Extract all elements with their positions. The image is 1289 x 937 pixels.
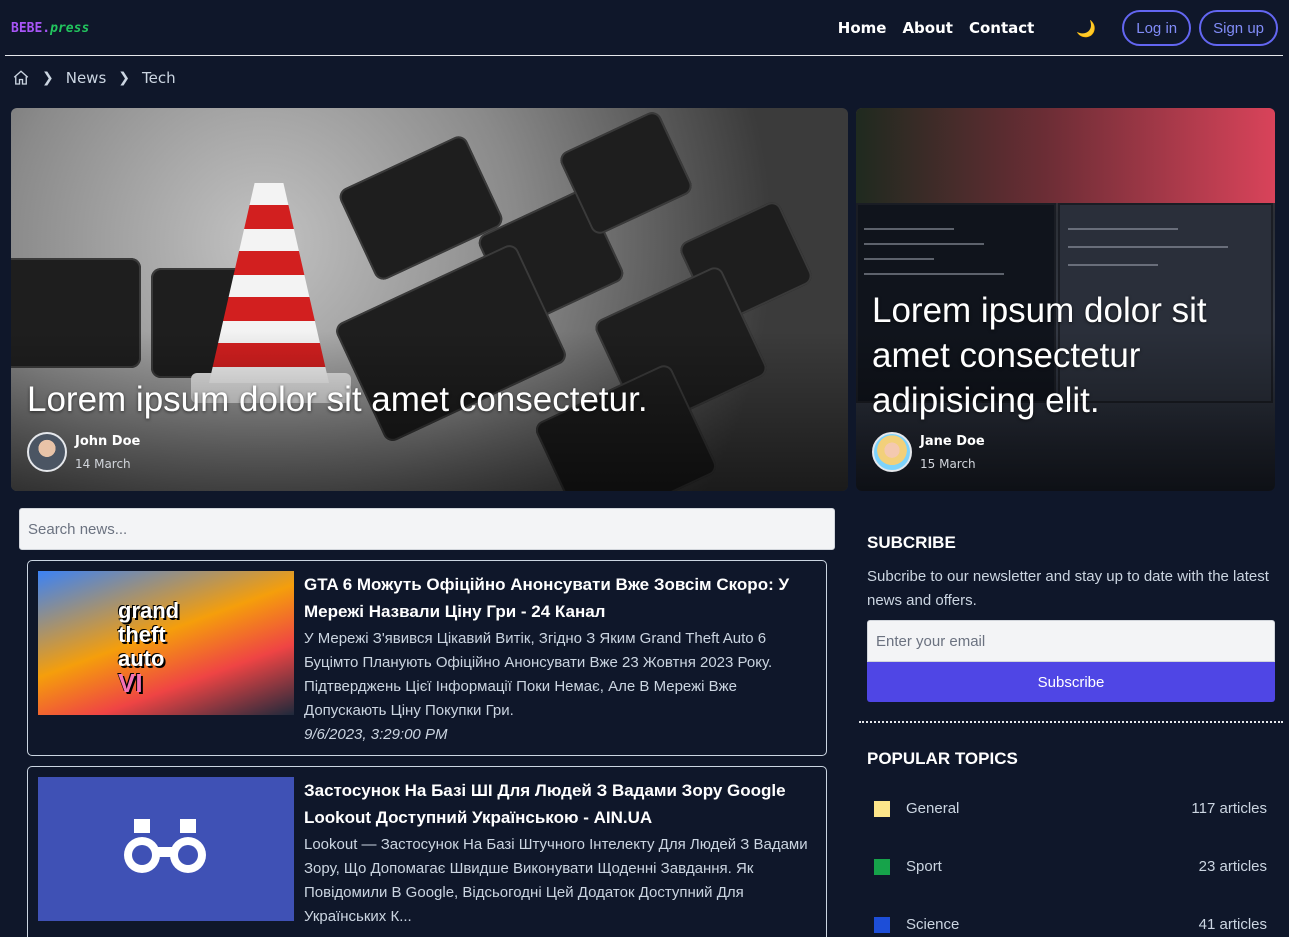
email-field[interactable] — [867, 620, 1275, 662]
author-name: John Doe — [75, 433, 141, 449]
top-navbar: BEBE.press Home About Contact 🌙 Log in S… — [0, 0, 1289, 56]
topic-item-science[interactable]: Science 41 articles — [874, 916, 1267, 933]
featured-title[interactable]: Lorem ipsum dolor sit amet consectetur. — [27, 377, 648, 422]
featured-article-main[interactable]: Lorem ipsum dolor sit amet consectetur. … — [11, 108, 848, 491]
gta-logo: grand theft auto VI — [118, 599, 218, 699]
home-icon[interactable] — [12, 69, 30, 87]
article-thumbnail[interactable] — [38, 777, 294, 921]
moon-icon[interactable]: 🌙 — [1076, 19, 1096, 38]
post-date: 14 March — [75, 456, 131, 471]
background-plants — [856, 108, 1275, 203]
topic-count: 41 articles — [1198, 916, 1267, 933]
code-line — [864, 243, 984, 245]
subscribe-button[interactable]: Subscribe — [867, 662, 1275, 702]
nav-home-link[interactable]: Home — [838, 19, 887, 37]
search-input[interactable] — [19, 508, 835, 550]
code-line — [864, 258, 934, 260]
article-description: У Мережі З'явився Цікавий Витік, Згідно … — [304, 630, 773, 719]
nav-contact-link[interactable]: Contact — [969, 19, 1034, 37]
logo-accent-text: press — [50, 20, 90, 36]
topic-name: Science — [906, 916, 960, 933]
code-line — [1068, 246, 1228, 248]
breadcrumb: ❯ News ❯ Tech — [12, 69, 176, 87]
topic-name: General — [906, 800, 960, 817]
news-card[interactable]: grand theft auto VI GTA 6 Можуть Офіційн… — [27, 560, 827, 756]
code-line — [864, 273, 1004, 275]
avatar — [872, 432, 912, 472]
news-card[interactable]: Застосунок На Базі ШІ Для Людей З Вадами… — [27, 766, 827, 937]
author-name: Jane Doe — [920, 433, 985, 449]
topic-item-sport[interactable]: Sport 23 articles — [874, 858, 1267, 875]
site-logo[interactable]: BEBE.press — [11, 21, 89, 36]
code-line — [1068, 264, 1158, 266]
topic-color-swatch — [874, 800, 890, 817]
article-title[interactable]: GTA 6 Можуть Офіційно Анонсувати Вже Зов… — [304, 571, 820, 625]
code-line — [1068, 228, 1178, 230]
nav-right-group: Home About Contact 🌙 Log in Sign up — [822, 10, 1278, 46]
gta-logo-word: grand — [118, 598, 180, 623]
binoculars-icon — [124, 819, 206, 873]
code-line — [864, 228, 954, 230]
topic-color-swatch — [874, 916, 890, 933]
login-button[interactable]: Log in — [1122, 10, 1192, 46]
logo-main-text: BEBE. — [11, 20, 51, 36]
sidebar-divider — [859, 721, 1283, 723]
nav-about-link[interactable]: About — [902, 19, 953, 37]
featured-article-side[interactable]: Lorem ipsum dolor sit amet consectetur a… — [856, 108, 1275, 491]
breadcrumb-tech[interactable]: Tech — [142, 69, 176, 87]
post-date: 15 March — [920, 456, 976, 471]
signup-button[interactable]: Sign up — [1199, 10, 1278, 46]
subscribe-text: Subcribe to our newsletter and stay up t… — [867, 568, 1269, 609]
topic-count: 23 articles — [1198, 858, 1267, 875]
topic-color-swatch — [874, 858, 890, 875]
topics-heading: POPULAR TOPICS — [867, 749, 1018, 768]
subscribe-heading: SUBCRIBE — [867, 533, 956, 552]
topic-count: 117 articles — [1191, 800, 1267, 817]
featured-title[interactable]: Lorem ipsum dolor sit amet consectetur a… — [872, 288, 1262, 423]
article-thumbnail[interactable]: grand theft auto VI — [38, 571, 294, 715]
nav-divider — [5, 55, 1283, 56]
avatar — [27, 432, 67, 472]
article-description: Lookout — Застосунок На Базі Штучного Ін… — [304, 836, 808, 925]
author-block: Jane Doe 15 March — [872, 432, 985, 472]
author-block: John Doe 14 March — [27, 432, 140, 472]
topic-name: Sport — [906, 858, 942, 875]
chevron-right-icon: ❯ — [42, 70, 54, 86]
card-body: GTA 6 Можуть Офіційно Анонсувати Вже Зов… — [304, 571, 820, 747]
gta-logo-word: VI — [118, 668, 143, 698]
gta-logo-word: theft — [118, 622, 166, 647]
article-title[interactable]: Застосунок На Базі ШІ Для Людей З Вадами… — [304, 777, 820, 831]
topic-item-general[interactable]: General 117 articles — [874, 800, 1267, 817]
chevron-right-icon: ❯ — [118, 70, 131, 86]
card-body: Застосунок На Базі ШІ Для Людей З Вадами… — [304, 777, 820, 929]
article-timestamp: 9/6/2023, 3:29:00 PM — [304, 726, 448, 743]
breadcrumb-news[interactable]: News — [66, 69, 107, 87]
